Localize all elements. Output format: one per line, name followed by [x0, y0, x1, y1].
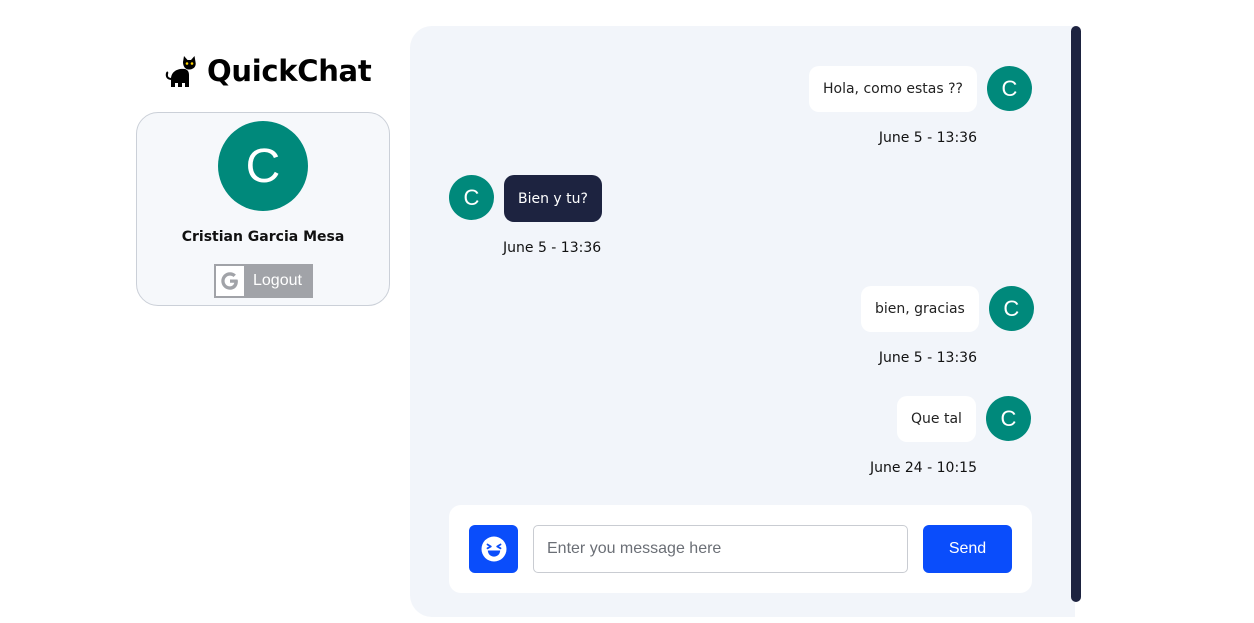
message-timestamp: June 5 - 13:36	[878, 130, 977, 146]
cat-icon	[165, 56, 196, 87]
message-outgoing: Que tal C	[897, 396, 1031, 442]
chat-scrollbar[interactable]	[1071, 26, 1081, 602]
emoji-button[interactable]	[469, 525, 518, 573]
message-bubble: Hola, como estas ??	[809, 66, 977, 112]
logout-label: Logout	[253, 272, 302, 289]
message-bubble: bien, gracias	[861, 286, 979, 332]
message-input[interactable]	[533, 525, 908, 573]
profile-card: C Cristian Garcia Mesa Logout	[136, 112, 390, 306]
message-bubble: Que tal	[897, 396, 976, 442]
message-outgoing: bien, gracias C	[861, 286, 1034, 332]
laughing-face-icon	[481, 536, 506, 562]
app-title: QuickChat	[207, 54, 372, 88]
message-timestamp: June 5 - 13:36	[503, 240, 602, 256]
message-outgoing: Hola, como estas ?? C	[809, 66, 1032, 112]
profile-avatar: C	[218, 121, 308, 211]
message-avatar: C	[449, 175, 494, 220]
message-avatar: C	[985, 396, 1031, 441]
app-brand: QuickChat	[163, 52, 372, 90]
message-timestamp: June 24 - 10:15	[869, 460, 977, 476]
message-bubble: Bien y tu?	[504, 175, 602, 222]
send-button[interactable]: Send	[923, 525, 1012, 573]
message-composer: Send	[449, 505, 1032, 593]
message-timestamp: June 5 - 13:36	[878, 350, 977, 366]
message-avatar: C	[986, 66, 1032, 111]
google-g-icon	[215, 265, 245, 297]
logout-button[interactable]: Logout	[214, 264, 313, 298]
message-incoming: C Bien y tu?	[449, 175, 602, 222]
message-avatar: C	[988, 286, 1034, 331]
profile-name: Cristian Garcia Mesa	[181, 229, 345, 245]
